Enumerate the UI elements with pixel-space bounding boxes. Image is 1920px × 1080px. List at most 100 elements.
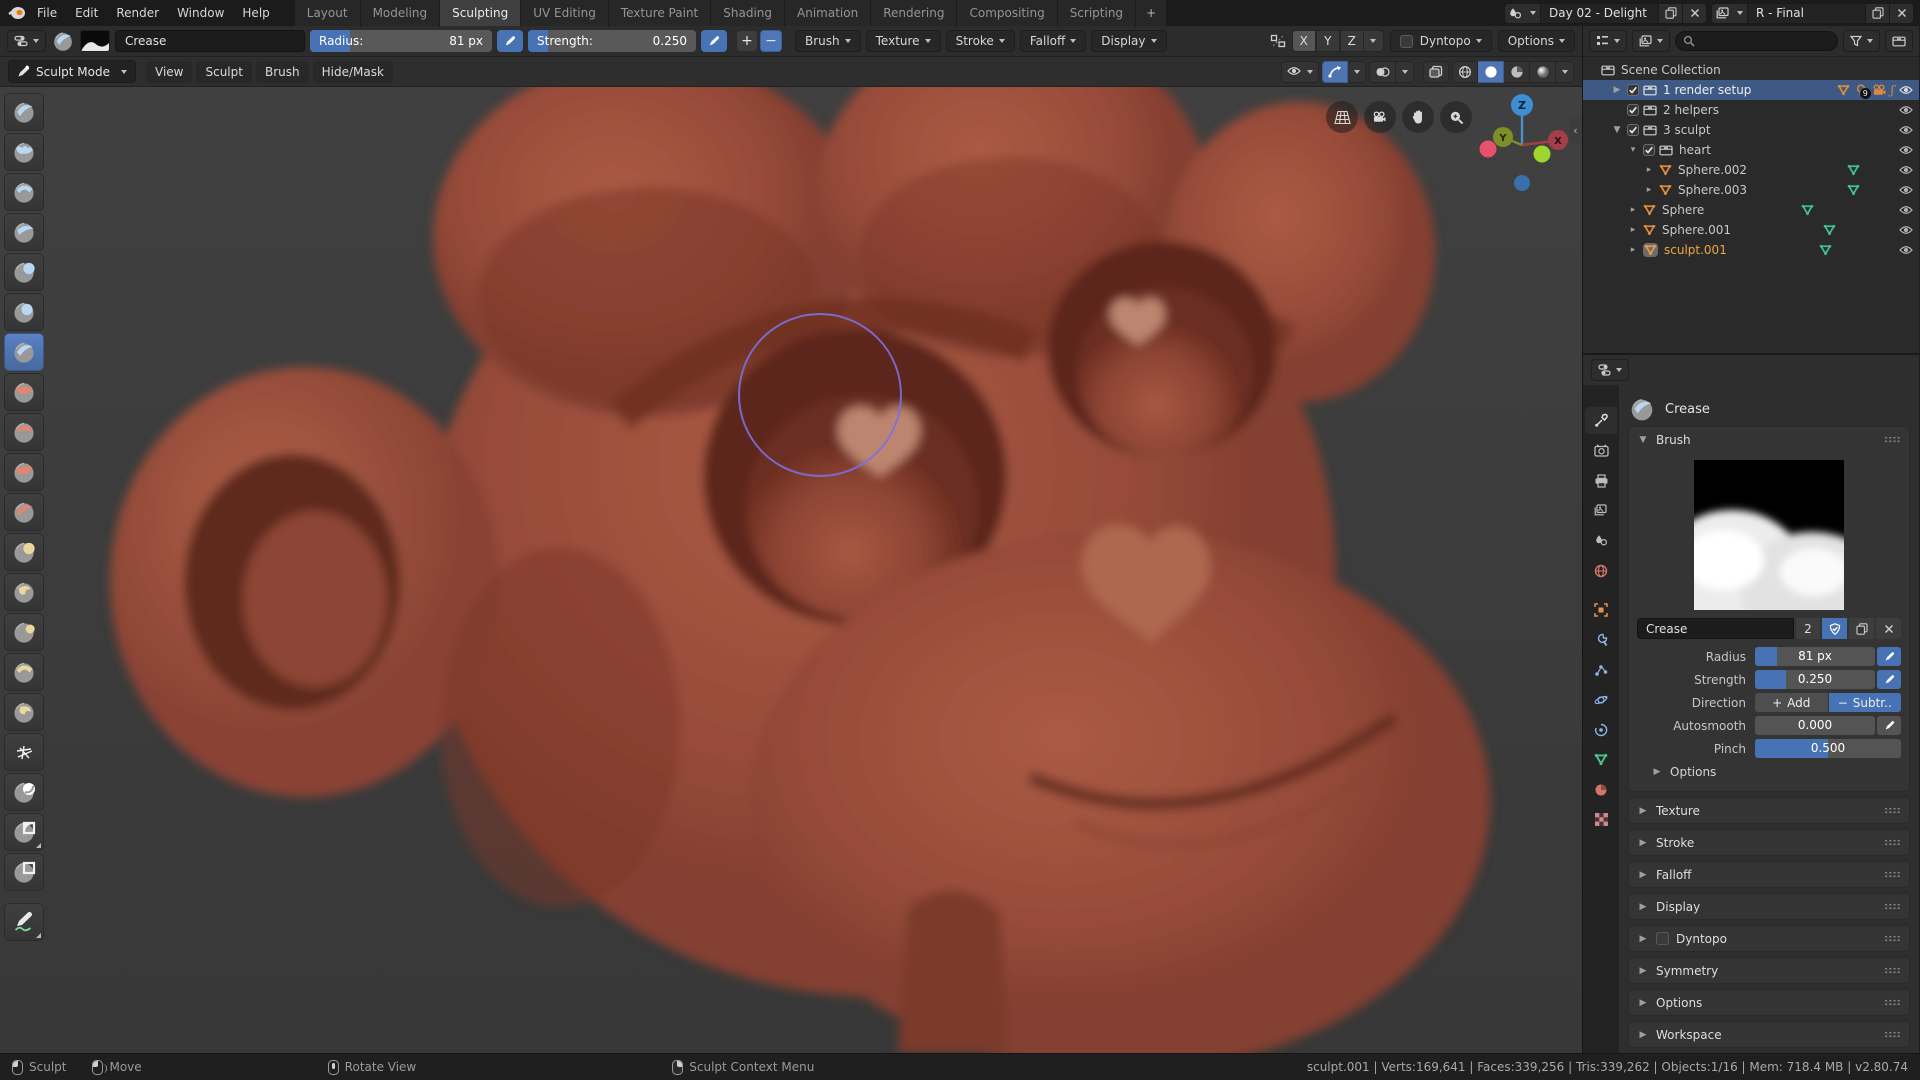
tab-view-layer[interactable]	[1585, 497, 1617, 524]
menu-hide-mask[interactable]: Hide/Mask	[312, 60, 393, 83]
outliner-row-sphere-001[interactable]: ▸ Sphere.001	[1583, 220, 1919, 240]
tool-draw[interactable]	[4, 93, 44, 131]
options-dropdown[interactable]: Options	[1497, 30, 1575, 52]
tool-clay[interactable]	[4, 133, 44, 171]
tool-annotate[interactable]	[4, 903, 44, 941]
tool-blob[interactable]	[4, 293, 44, 331]
outliner-editor-type-button[interactable]	[1589, 30, 1627, 52]
tab-world[interactable]	[1585, 557, 1617, 584]
tab-object[interactable]	[1585, 596, 1617, 623]
menu-window[interactable]: Window	[168, 3, 233, 23]
tab-constraints[interactable]	[1585, 716, 1617, 743]
unlink-brush-button[interactable]	[1876, 618, 1901, 639]
menu-file[interactable]: File	[28, 3, 66, 23]
viewlayer-new-button[interactable]	[1866, 2, 1890, 24]
tab-shading[interactable]: Shading	[711, 0, 785, 26]
tool-grab[interactable]	[4, 533, 44, 571]
tool-scrape[interactable]	[4, 453, 44, 491]
new-collection-button[interactable]	[1885, 30, 1913, 52]
tool-clay-strips[interactable]	[4, 173, 44, 211]
eye-icon[interactable]	[1899, 185, 1913, 195]
menu-sculpt[interactable]: Sculpt	[196, 60, 252, 83]
tab-animation[interactable]: Animation	[785, 0, 872, 26]
falloff-dropdown[interactable]: Falloff	[1019, 30, 1087, 52]
eye-icon[interactable]	[1899, 245, 1913, 255]
autosmooth-pressure-button[interactable]	[1877, 716, 1901, 735]
tab-material[interactable]	[1585, 776, 1617, 803]
eye-icon[interactable]	[1899, 125, 1913, 135]
xray-toggle[interactable]	[1423, 60, 1449, 83]
pan-view-button[interactable]	[1402, 101, 1434, 133]
outliner-row-sphere[interactable]: ▸ Sphere	[1583, 200, 1919, 220]
outliner-filter-button[interactable]	[1843, 30, 1880, 52]
tab-compositing[interactable]: Compositing	[957, 0, 1058, 26]
checkbox-icon[interactable]	[1627, 124, 1639, 136]
tool-layer[interactable]	[4, 213, 44, 251]
options-panel-header[interactable]: ▶ Options	[1629, 990, 1909, 1015]
tab-uv-editing[interactable]: UV Editing	[521, 0, 609, 26]
gizmos-dropdown[interactable]	[1348, 60, 1366, 83]
shading-wireframe-button[interactable]	[1452, 60, 1478, 83]
tab-layout[interactable]: Layout	[294, 0, 361, 26]
eye-icon[interactable]	[1899, 225, 1913, 235]
direction-subtract-button[interactable]: − Subtr..	[1828, 693, 1901, 712]
falloff-panel-header[interactable]: ▶ Falloff	[1629, 862, 1909, 887]
outliner-row-render-setup[interactable]: ▶ 1 render setup 9 ʃ	[1583, 80, 1919, 100]
workspace-panel-header[interactable]: ▶ Workspace	[1629, 1022, 1909, 1047]
checkbox-icon[interactable]	[1627, 104, 1639, 116]
menu-edit[interactable]: Edit	[66, 3, 107, 23]
scene-delete-button[interactable]	[1683, 2, 1707, 24]
scene-browse-button[interactable]	[1504, 2, 1541, 24]
checkbox-icon[interactable]	[1627, 84, 1639, 96]
active-brush-icon[interactable]	[51, 29, 75, 53]
symmetry-z-toggle[interactable]: Z	[1339, 30, 1364, 52]
tab-texture-paint[interactable]: Texture Paint	[608, 0, 712, 26]
eye-icon[interactable]	[1899, 205, 1913, 215]
scene-new-button[interactable]	[1659, 2, 1683, 24]
outliner-row-sphere-002[interactable]: ▸ Sphere.002	[1583, 160, 1919, 180]
tab-rendering[interactable]: Rendering	[871, 0, 958, 26]
menu-help[interactable]: Help	[233, 3, 278, 23]
outliner-row-sphere-003[interactable]: ▸ Sphere.003	[1583, 180, 1919, 200]
overlays-dropdown[interactable]	[1396, 60, 1414, 83]
direction-subtract-button[interactable]: −	[760, 30, 782, 52]
gizmo-z-neg[interactable]	[1514, 175, 1530, 191]
perspective-toggle-button[interactable]	[1326, 101, 1358, 133]
viewport-3d[interactable]: Z Y X ‹	[0, 87, 1582, 1053]
brush-users-count[interactable]: 2	[1796, 618, 1820, 639]
duplicate-brush-button[interactable]	[1849, 618, 1874, 639]
camera-view-button[interactable]	[1364, 101, 1396, 133]
navigation-gizmo[interactable]: Z Y X	[1462, 91, 1582, 206]
display-dropdown[interactable]: Display	[1091, 30, 1167, 52]
radius-slider[interactable]: Radius: 81 px	[310, 30, 492, 52]
shading-material-button[interactable]	[1504, 60, 1530, 83]
radius-field[interactable]: 81 px	[1755, 647, 1875, 666]
outliner-row-helpers[interactable]: 2 helpers	[1583, 100, 1919, 120]
tool-box-hide[interactable]	[4, 813, 44, 851]
display-panel-header[interactable]: ▶ Display	[1629, 894, 1909, 919]
blender-logo-icon[interactable]	[6, 4, 28, 22]
tab-sculpting[interactable]: Sculpting	[440, 0, 522, 26]
tool-rotate[interactable]	[4, 693, 44, 731]
strength-pressure-button[interactable]	[1877, 670, 1901, 689]
menu-render[interactable]: Render	[107, 3, 168, 23]
tab-tool[interactable]	[1585, 407, 1617, 434]
viewlayer-name-field[interactable]: R - Final	[1748, 2, 1866, 24]
radius-pressure-button[interactable]	[1877, 647, 1901, 666]
texture-panel-header[interactable]: ▶ Texture	[1629, 798, 1909, 823]
symmetry-x-toggle[interactable]: X	[1291, 30, 1316, 52]
fake-user-button[interactable]	[1822, 618, 1847, 639]
gizmo-x-neg[interactable]	[1479, 140, 1497, 158]
shading-rendered-button[interactable]	[1530, 60, 1556, 83]
outliner-search-input[interactable]	[1675, 31, 1838, 51]
eye-icon[interactable]	[1899, 105, 1913, 115]
menu-view[interactable]: View	[146, 60, 193, 83]
eye-icon[interactable]	[1899, 85, 1913, 95]
tool-simplify[interactable]	[4, 733, 44, 771]
strength-field[interactable]: 0.250	[1755, 670, 1875, 689]
eye-icon[interactable]	[1899, 165, 1913, 175]
pinch-field[interactable]: 0.500	[1755, 739, 1901, 758]
menu-brush[interactable]: Brush	[255, 60, 309, 83]
brush-name-field[interactable]: Crease	[115, 30, 305, 52]
properties-editor-type-button[interactable]	[1591, 359, 1629, 381]
